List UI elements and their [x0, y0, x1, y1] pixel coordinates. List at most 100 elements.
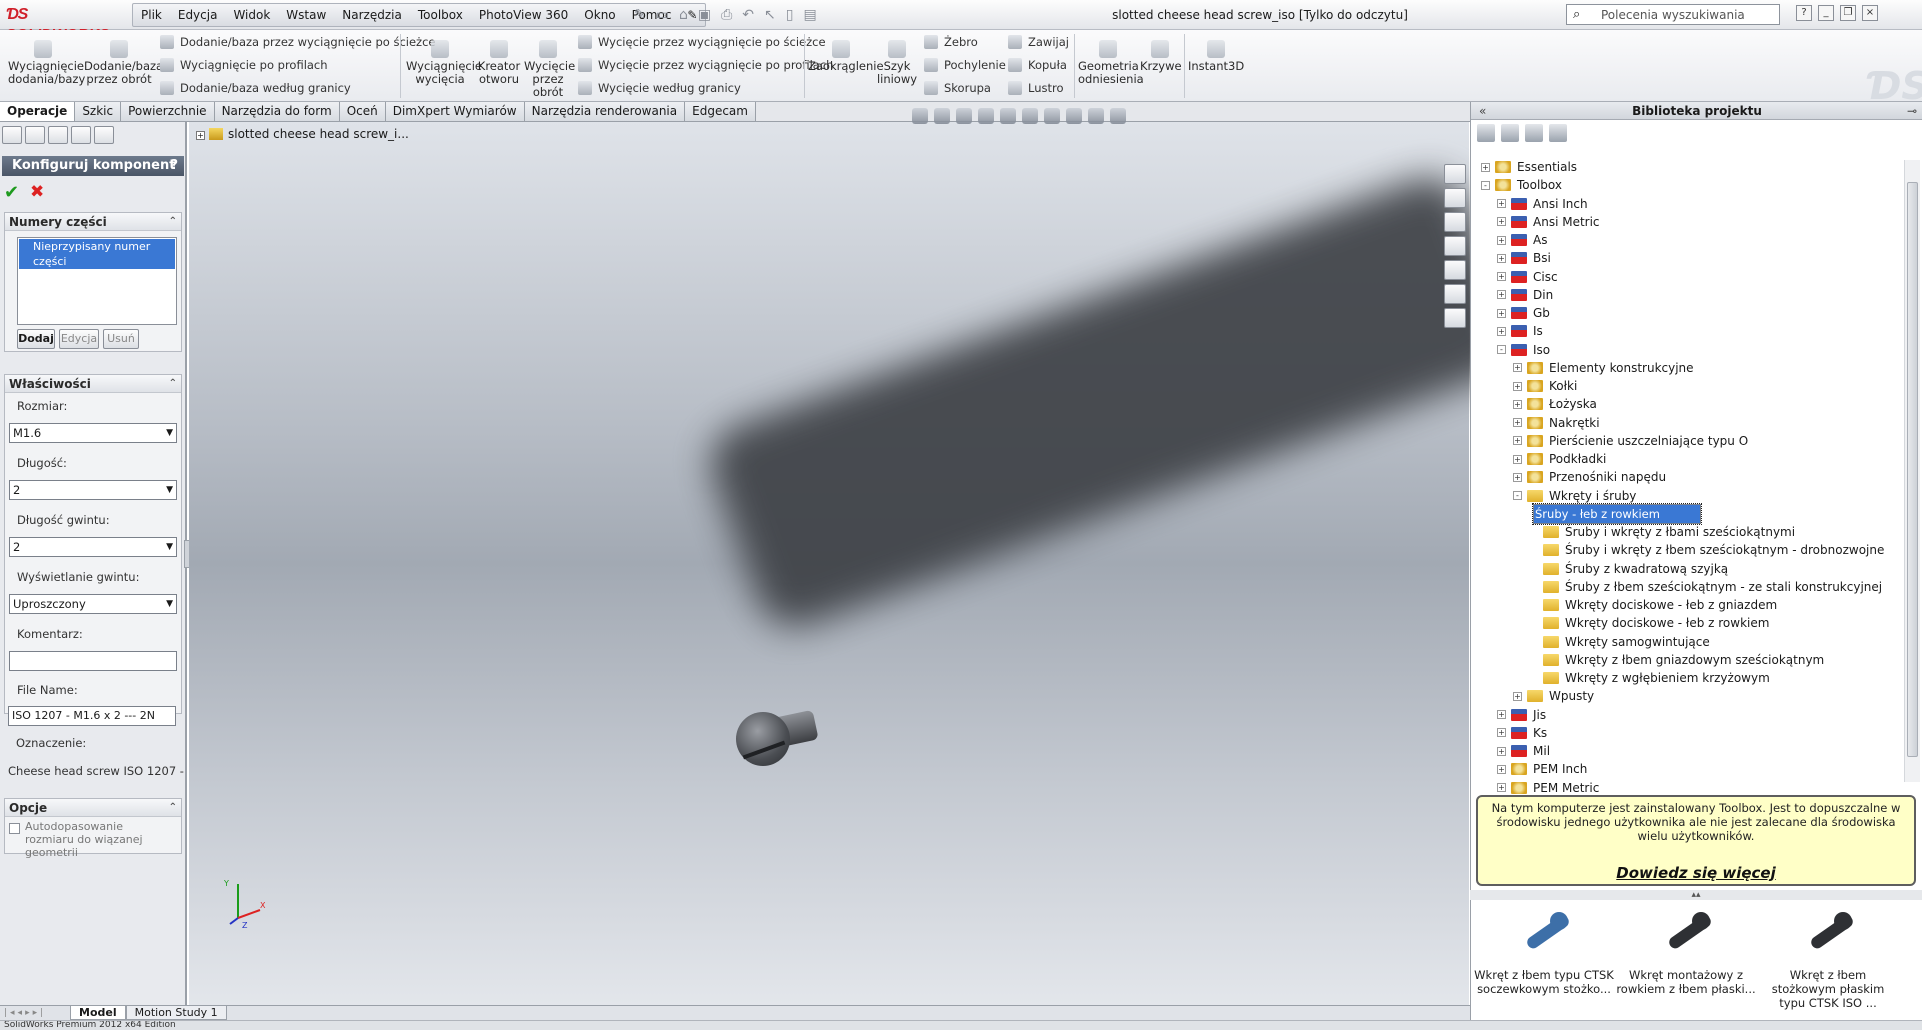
appearances-icon[interactable]: [1444, 284, 1466, 304]
library-tree-item[interactable]: Śruby i wkręty z łbami sześciokątnymi: [1529, 523, 1795, 541]
tab-6[interactable]: Narzędzia renderowania: [524, 102, 686, 121]
library-tree-item[interactable]: Wkręty z wgłębieniem krzyżowym: [1529, 669, 1770, 687]
fillet-button[interactable]: Zaokrąglenie: [808, 40, 884, 73]
solidworks-logo[interactable]: ƊS SOLIDWORKS: [6, 5, 122, 43]
add-to-library-icon[interactable]: [1501, 124, 1519, 142]
expand-icon[interactable]: +: [1497, 199, 1506, 208]
file-explorer-icon[interactable]: [1444, 236, 1466, 256]
options-icon[interactable]: ▤: [803, 7, 816, 23]
expand-icon[interactable]: [1529, 546, 1538, 555]
instant3d-button[interactable]: Instant3D: [1188, 40, 1244, 73]
expand-icon[interactable]: [1529, 619, 1538, 628]
expand-icon[interactable]: +: [1497, 728, 1506, 738]
size-select[interactable]: M1.6 ▼: [9, 423, 177, 443]
expand-icon[interactable]: +: [1497, 326, 1506, 336]
extrude-boss-button[interactable]: Wyciągnięcie dodania/bazy: [8, 40, 85, 86]
expand-icon[interactable]: +: [1497, 290, 1506, 300]
expand-icon[interactable]: [1529, 564, 1538, 573]
library-tree-item[interactable]: + Kołki: [1513, 377, 1577, 395]
expand-icon[interactable]: +: [1513, 436, 1522, 446]
collapse-chevron-icon[interactable]: ⌃: [169, 799, 177, 817]
home-icon[interactable]: [1444, 188, 1466, 208]
pin-pane-icon[interactable]: ⊸: [1907, 102, 1917, 120]
solidworks-resources-icon[interactable]: [1444, 164, 1466, 184]
zoom-to-fit-icon[interactable]: [912, 108, 928, 124]
swept-boss-button[interactable]: Dodanie/baza przez wyciągnięcie po ścież…: [160, 35, 435, 49]
expand-icon[interactable]: +: [1497, 253, 1506, 263]
expand-icon[interactable]: +: [1497, 764, 1506, 774]
library-tree-item[interactable]: + Gb: [1497, 304, 1550, 322]
expand-icon[interactable]: +: [1513, 418, 1522, 427]
expand-icon[interactable]: +: [1481, 162, 1490, 172]
hole-wizard-button[interactable]: Kreator otworu: [476, 40, 522, 86]
expand-icon[interactable]: +: [1513, 691, 1522, 701]
library-tree-item[interactable]: + Ks: [1497, 724, 1547, 742]
library-tree-item[interactable]: + PEM Metric: [1497, 779, 1599, 797]
design-library-icon[interactable]: [1444, 212, 1466, 232]
library-tree-item[interactable]: - Wkręty i śruby: [1513, 487, 1636, 505]
close-button[interactable]: ×: [1862, 5, 1878, 21]
menu-item-6[interactable]: PhotoView 360: [471, 4, 576, 26]
expand-icon[interactable]: +: [1513, 454, 1522, 464]
refresh-icon[interactable]: [1549, 124, 1567, 142]
library-tree-item[interactable]: + Ansi Inch: [1497, 195, 1588, 213]
autofit-checkbox[interactable]: [9, 823, 20, 834]
linear-pattern-button[interactable]: Szyk liniowy: [874, 40, 920, 86]
expand-icon[interactable]: +: [1513, 399, 1522, 409]
expand-icon[interactable]: +: [1497, 746, 1506, 756]
library-tree-item[interactable]: + Przenośniki napędu: [1513, 468, 1666, 486]
loft-cut-button[interactable]: Wycięcie przez wyciągnięcie po profilach: [578, 58, 833, 72]
library-tree-item[interactable]: Wkręty dociskowe - łeb z gniazdem: [1529, 596, 1777, 614]
cancel-x-icon[interactable]: ✖: [30, 182, 44, 202]
library-tree-item[interactable]: - Toolbox: [1481, 176, 1562, 194]
dimxpert-manager-icon[interactable]: [71, 126, 91, 144]
search-input[interactable]: Polecenia wyszukiwania ⌕: [1566, 4, 1780, 25]
view-settings-icon[interactable]: [1110, 108, 1126, 124]
library-tree-item[interactable]: Wkręty z łbem gniazdowym sześciokątnym: [1529, 651, 1824, 669]
boundary-cut-button[interactable]: Wycięcie według granicy: [578, 81, 741, 95]
dome-button[interactable]: Kopuła: [1008, 58, 1067, 72]
restore-button[interactable]: ❐: [1840, 5, 1856, 21]
menu-item-5[interactable]: Toolbox: [410, 4, 471, 26]
library-tree-item[interactable]: + PEM Inch: [1497, 760, 1587, 778]
expand-icon[interactable]: [1529, 582, 1538, 591]
apply-scene-icon[interactable]: [1088, 108, 1104, 124]
part-number-item[interactable]: Nieprzypisany numer części: [19, 239, 175, 269]
library-tree-item[interactable]: + Wpusty: [1513, 687, 1594, 705]
property-manager-icon[interactable]: [25, 126, 45, 144]
collapse-icon[interactable]: -: [1497, 345, 1506, 354]
library-tree-item[interactable]: Śruby z kwadratową szyjką: [1529, 560, 1728, 578]
properties-header[interactable]: Właściwości ⌃: [5, 375, 181, 393]
expand-icon[interactable]: +: [1497, 710, 1506, 719]
thread-length-select[interactable]: 2 ▼: [9, 537, 177, 557]
revolve-cut-button[interactable]: Wycięcie przez obrót: [524, 40, 575, 99]
add-file-location-icon[interactable]: [1477, 124, 1495, 142]
menu-item-2[interactable]: Widok: [225, 4, 278, 26]
hide-show-items-icon[interactable]: [1044, 108, 1060, 124]
expand-icon[interactable]: +: [1513, 472, 1522, 482]
swept-cut-button[interactable]: Wycięcie przez wyciągnięcie po ścieżce: [578, 35, 826, 49]
rebuild-icon[interactable]: ▯: [786, 7, 794, 23]
configuration-manager-icon[interactable]: [48, 126, 68, 144]
tab-motion-study[interactable]: Motion Study 1: [125, 1006, 227, 1020]
scrollbar-thumb[interactable]: [1907, 182, 1918, 757]
library-tree-item[interactable]: + Elementy konstrukcyjne: [1513, 359, 1694, 377]
boundary-boss-button[interactable]: Dodanie/baza według granicy: [160, 81, 351, 95]
library-tree-item[interactable]: + Jis: [1497, 706, 1546, 724]
part-numbers-header[interactable]: Numery części ⌃: [5, 213, 181, 231]
collapse-chevron-icon[interactable]: ⌃: [169, 213, 177, 231]
save-icon[interactable]: ▣: [698, 7, 711, 23]
previous-view-icon[interactable]: [956, 108, 972, 124]
library-tree-scrollbar[interactable]: [1904, 160, 1920, 782]
options-header[interactable]: Opcje ⌃: [5, 799, 181, 817]
library-tree-item[interactable]: + Cisc: [1497, 268, 1558, 286]
section-view-icon[interactable]: [978, 108, 994, 124]
menu-item-1[interactable]: Edycja: [170, 4, 226, 26]
filename-input[interactable]: ISO 1207 - M1.6 x 2 --- 2N: [8, 706, 176, 726]
library-thumbnail[interactable]: Wkręt z łbem stożkowym płaskim typu CTSK…: [1758, 900, 1898, 1010]
curves-button[interactable]: Krzywe: [1140, 40, 1182, 73]
expand-icon[interactable]: [1529, 601, 1538, 610]
length-select[interactable]: 2 ▼: [9, 480, 177, 500]
tab-model[interactable]: Model: [70, 1006, 126, 1020]
edit-appearance-icon[interactable]: [1066, 108, 1082, 124]
